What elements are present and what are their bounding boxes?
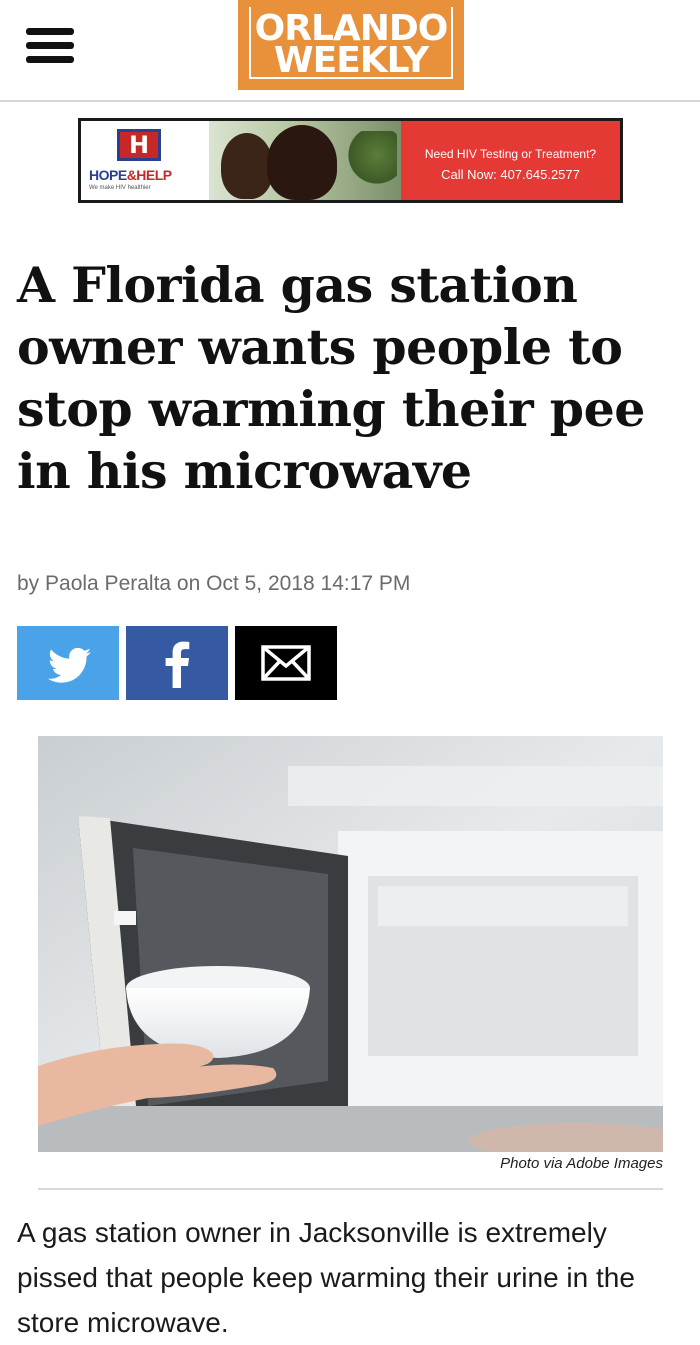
- ad-banner[interactable]: H HOPE&HELP We make HIV healthier Need H…: [78, 118, 623, 203]
- article-headline: A Florida gas station owner wants people…: [17, 256, 645, 500]
- ad-palm-tree: [347, 131, 397, 191]
- facebook-icon: [165, 641, 190, 688]
- twitter-icon: [48, 647, 91, 683]
- ad-person-man: [267, 125, 337, 200]
- microwave-photo-illustration: [38, 736, 663, 1152]
- site-header: ORLANDO WEEKLY: [0, 0, 700, 102]
- ad-person-woman: [221, 133, 273, 199]
- article-photo: [38, 736, 663, 1152]
- share-facebook-button[interactable]: [126, 626, 228, 700]
- hamburger-menu-icon[interactable]: [26, 28, 74, 64]
- email-icon: [261, 645, 311, 681]
- ad-brand-name: HOPE&HELP: [89, 167, 172, 183]
- ad-brand-tagline: We make HIV healthier: [89, 185, 151, 191]
- ad-callout-line-2: Call Now: 407.645.2577: [441, 167, 580, 182]
- share-twitter-button[interactable]: [17, 626, 119, 700]
- photo-caption: Photo via Adobe Images: [500, 1155, 663, 1172]
- article-byline: by Paola Peralta on Oct 5, 2018 14:17 PM: [17, 572, 411, 595]
- ad-photo: [209, 121, 401, 200]
- logo-line-2: WEEKLY: [273, 40, 429, 81]
- ad-brand-block: H HOPE&HELP We make HIV healthier: [81, 121, 209, 200]
- caption-divider: [38, 1188, 663, 1190]
- ad-callout-line-1: Need HIV Testing or Treatment?: [424, 147, 597, 161]
- site-logo[interactable]: ORLANDO WEEKLY: [238, 0, 464, 90]
- ad-brand-logo: H: [117, 129, 161, 161]
- ad-callout: Need HIV Testing or Treatment? Call Now:…: [401, 121, 620, 200]
- article-body-paragraph: A gas station owner in Jacksonville is e…: [17, 1217, 635, 1338]
- share-email-button[interactable]: [235, 626, 337, 700]
